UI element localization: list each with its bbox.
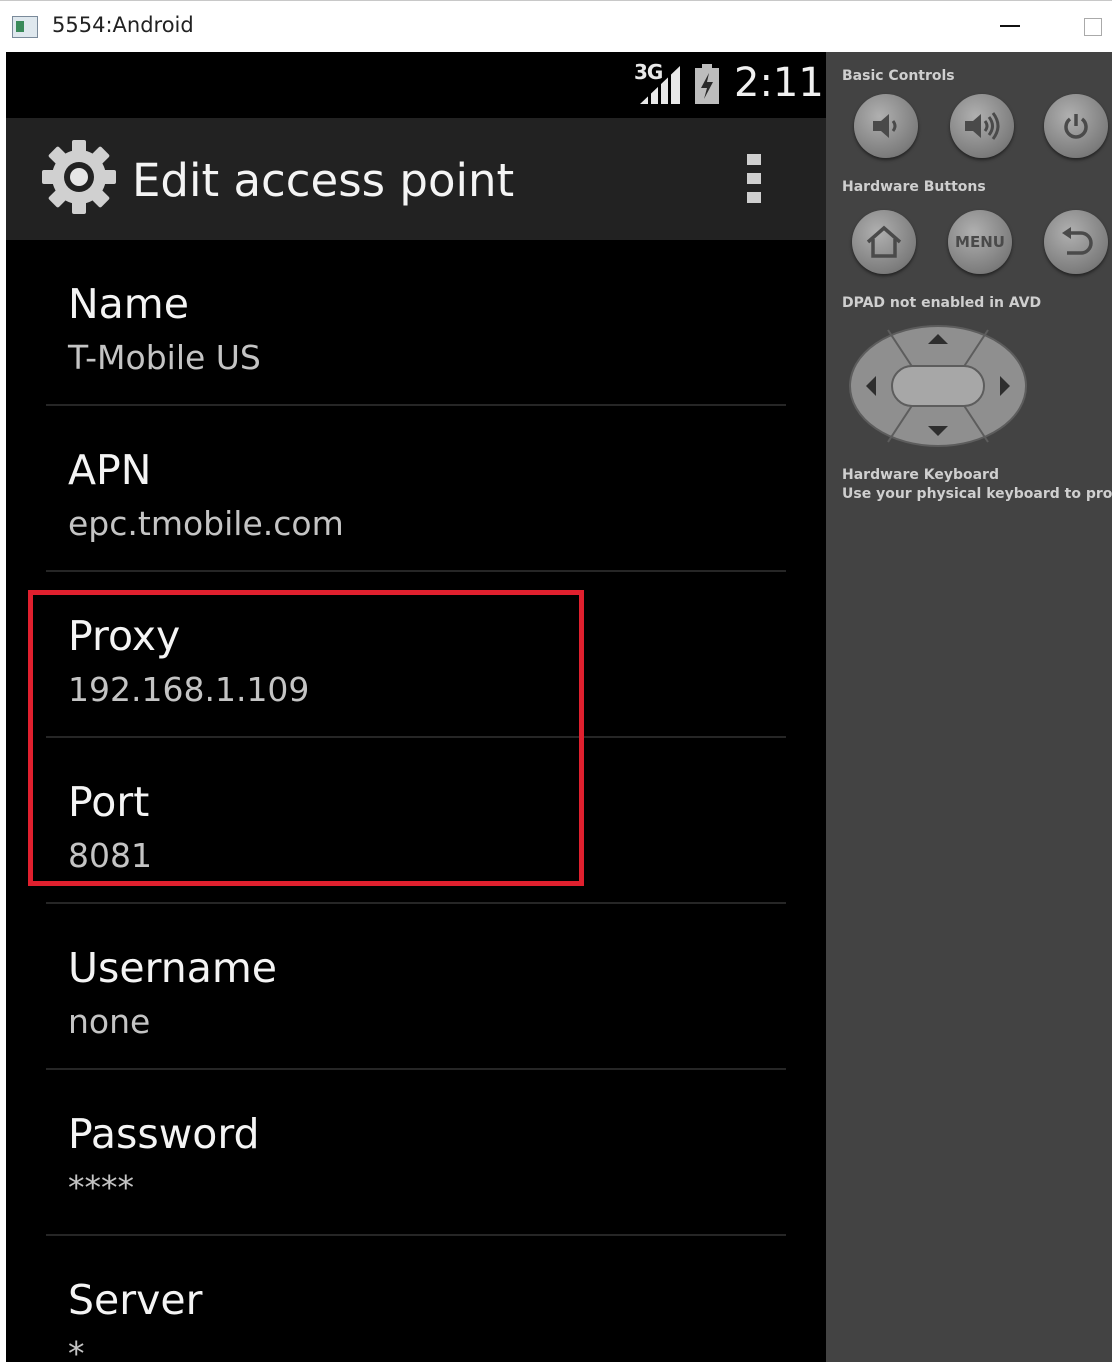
network-type: 3G — [634, 60, 663, 84]
pref-summary: epc.tmobile.com — [68, 504, 344, 543]
pref-name[interactable]: Name T-Mobile US — [46, 240, 786, 406]
pref-summary: T-Mobile US — [68, 338, 261, 377]
overflow-menu-icon[interactable] — [744, 154, 764, 208]
volume-down-button[interactable] — [854, 94, 918, 158]
hardware-keyboard-description: Use your physical keyboard to provi — [842, 486, 1112, 502]
menu-button-label: MENU — [955, 233, 1005, 251]
menu-button[interactable]: MENU — [948, 210, 1012, 274]
app-window-icon — [12, 16, 38, 38]
back-arrow-icon — [1062, 227, 1093, 255]
emulator-controls-panel: Basic Controls Hardware Buttons MENU DPA… — [826, 52, 1112, 1362]
back-button[interactable] — [1044, 210, 1108, 274]
pref-password[interactable]: Password **** — [46, 1070, 786, 1236]
settings-gear-icon[interactable] — [40, 138, 118, 216]
volume-down-icon — [873, 114, 897, 138]
home-button[interactable] — [852, 210, 916, 274]
highlight-box — [28, 590, 584, 886]
pref-title: Name — [68, 280, 189, 328]
home-icon — [866, 225, 902, 258]
page-title: Edit access point — [132, 154, 515, 207]
pref-summary: * — [68, 1334, 85, 1362]
status-clock: 2:11 — [734, 60, 824, 106]
power-button[interactable] — [1044, 94, 1108, 158]
dpad-control[interactable] — [848, 324, 1028, 448]
pref-username[interactable]: Username none — [46, 904, 786, 1070]
pref-title: Server — [68, 1276, 203, 1324]
minimize-button[interactable] — [998, 11, 1022, 41]
pref-title: Password — [68, 1110, 260, 1158]
dpad-heading: DPAD not enabled in AVD — [842, 295, 1042, 311]
maximize-button[interactable] — [1084, 18, 1102, 36]
pref-summary: **** — [68, 1168, 134, 1207]
window-title: 5554:Android — [52, 13, 194, 37]
volume-up-button[interactable] — [950, 94, 1014, 158]
basic-controls-heading: Basic Controls — [842, 68, 955, 84]
volume-up-icon — [965, 112, 1000, 140]
pref-server[interactable]: Server * — [46, 1236, 786, 1362]
android-screen: 3G 2:11 Edit access point Name T-Mobile … — [6, 52, 826, 1362]
pref-title: APN — [68, 446, 152, 494]
pref-summary: none — [68, 1002, 151, 1041]
action-bar: Edit access point — [6, 118, 826, 240]
pref-title: Username — [68, 944, 278, 992]
battery-charging-icon — [695, 64, 719, 104]
hardware-keyboard-heading: Hardware Keyboard — [842, 467, 999, 483]
pref-apn[interactable]: APN epc.tmobile.com — [46, 406, 786, 572]
window-titlebar: 5554:Android — [0, 0, 1112, 52]
hardware-buttons-heading: Hardware Buttons — [842, 179, 986, 195]
status-bar: 3G 2:11 — [6, 52, 826, 118]
power-icon — [1064, 114, 1088, 139]
